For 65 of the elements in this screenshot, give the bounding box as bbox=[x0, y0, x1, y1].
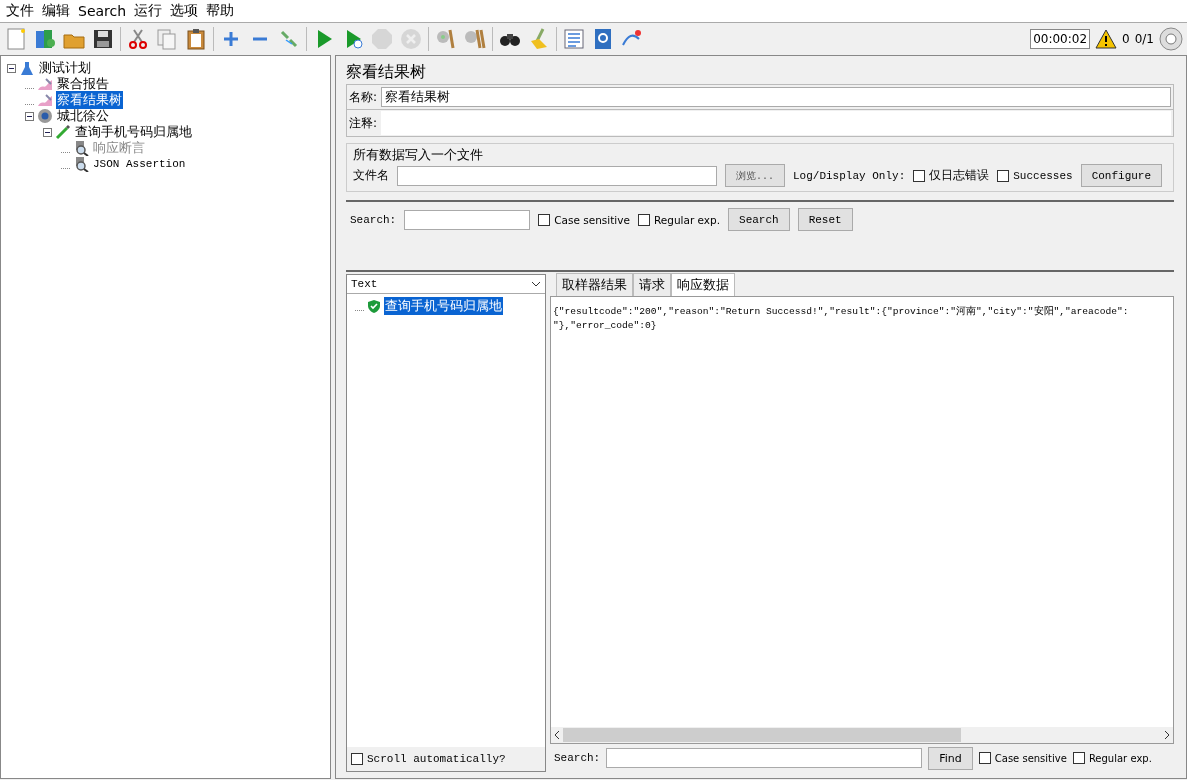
remote-status-icon bbox=[1159, 27, 1183, 51]
name-field[interactable]: 察看结果树 bbox=[381, 87, 1171, 107]
warning-icon[interactable] bbox=[1095, 29, 1118, 49]
checkbox[interactable]: Scroll automatically? bbox=[351, 753, 506, 765]
tree-item[interactable]: 测试计划 bbox=[38, 59, 92, 77]
tab[interactable]: 取样器结果 bbox=[556, 273, 633, 296]
templates-icon[interactable] bbox=[33, 27, 57, 51]
menu-item[interactable]: 编辑 bbox=[38, 2, 74, 20]
thread-count: 0/1 bbox=[1134, 32, 1154, 46]
response-text: {"resultcode":"200","reason":"Return Successd!","result":{"province":"河南","city":"安阳","areacode": "},"error_code":0} bbox=[552, 304, 1130, 333]
tree-toggle-icon[interactable] bbox=[25, 111, 34, 121]
tree-item[interactable]: JSON Assertion bbox=[92, 158, 187, 170]
group-title: 所有数据写入一个文件 bbox=[353, 146, 484, 164]
find-button[interactable]: Find bbox=[928, 746, 973, 770]
function-helper-icon[interactable] bbox=[562, 27, 586, 51]
menu-item[interactable]: 选项 bbox=[166, 2, 203, 20]
listener-icon bbox=[37, 92, 53, 108]
name-label: 名称: bbox=[349, 88, 378, 106]
search-button[interactable]: Search bbox=[728, 208, 790, 231]
elapsed-time: 00:00:02 bbox=[1030, 29, 1091, 49]
tab[interactable]: 请求 bbox=[633, 273, 671, 296]
browse-button[interactable]: 浏览... bbox=[725, 164, 785, 187]
checkbox[interactable]: 仅日志错误 bbox=[913, 167, 990, 184]
panel-title: 察看结果树 bbox=[346, 62, 427, 83]
menu-item[interactable]: 运行 bbox=[130, 2, 167, 20]
checkbox[interactable]: Case sensitive bbox=[538, 213, 630, 226]
configure-button[interactable]: Configure bbox=[1080, 164, 1163, 187]
assertion-icon bbox=[73, 156, 89, 172]
cut-icon[interactable] bbox=[126, 27, 150, 51]
checkbox[interactable]: Regular exp. bbox=[637, 213, 721, 226]
find-label: Search: bbox=[554, 752, 601, 764]
log-display-label: Log/Display Only: bbox=[793, 169, 906, 182]
paste-icon[interactable] bbox=[184, 27, 208, 51]
tree-item[interactable]: 查询手机号码归属地 bbox=[74, 123, 193, 141]
tree-toggle-icon[interactable] bbox=[43, 127, 52, 137]
menu-item[interactable]: 帮助 bbox=[202, 2, 239, 20]
warning-count: 0 bbox=[1122, 32, 1130, 46]
checkbox[interactable]: Regular exp. bbox=[1072, 752, 1152, 764]
result-item[interactable]: 查询手机号码归属地 bbox=[384, 297, 503, 315]
search-label: Search: bbox=[350, 213, 397, 226]
checkbox[interactable]: Case sensitive bbox=[978, 752, 1067, 764]
save-icon[interactable] bbox=[91, 27, 115, 51]
reset-button[interactable]: Reset bbox=[797, 208, 853, 231]
tree-toggle-icon[interactable] bbox=[7, 63, 16, 73]
filename-field[interactable] bbox=[397, 165, 717, 186]
tree-item[interactable]: 察看结果树 bbox=[56, 91, 123, 109]
checkbox[interactable]: Successes bbox=[997, 169, 1073, 182]
find-field[interactable] bbox=[606, 748, 923, 768]
assertion-icon bbox=[73, 140, 89, 156]
testplan-icon bbox=[19, 60, 35, 76]
horizontal-scrollbar[interactable] bbox=[551, 727, 1173, 743]
listener-icon bbox=[37, 76, 53, 92]
tree-item[interactable]: 城北徐公 bbox=[56, 107, 110, 125]
tab[interactable]: 响应数据 bbox=[671, 273, 735, 296]
search-field[interactable] bbox=[404, 209, 531, 230]
sampler-icon bbox=[55, 124, 71, 140]
new-icon[interactable] bbox=[4, 27, 28, 51]
clear-all-icon[interactable] bbox=[463, 27, 487, 51]
tree-item[interactable]: 聚合报告 bbox=[56, 75, 110, 93]
threadgroup-icon bbox=[37, 108, 53, 124]
menu-item[interactable]: 文件 bbox=[2, 2, 38, 20]
file-label: 文件名 bbox=[353, 167, 389, 184]
menu-item[interactable]: Search bbox=[74, 3, 131, 19]
chevron-down-icon[interactable] bbox=[531, 281, 541, 287]
renderer-dropdown[interactable]: Text bbox=[347, 275, 545, 294]
